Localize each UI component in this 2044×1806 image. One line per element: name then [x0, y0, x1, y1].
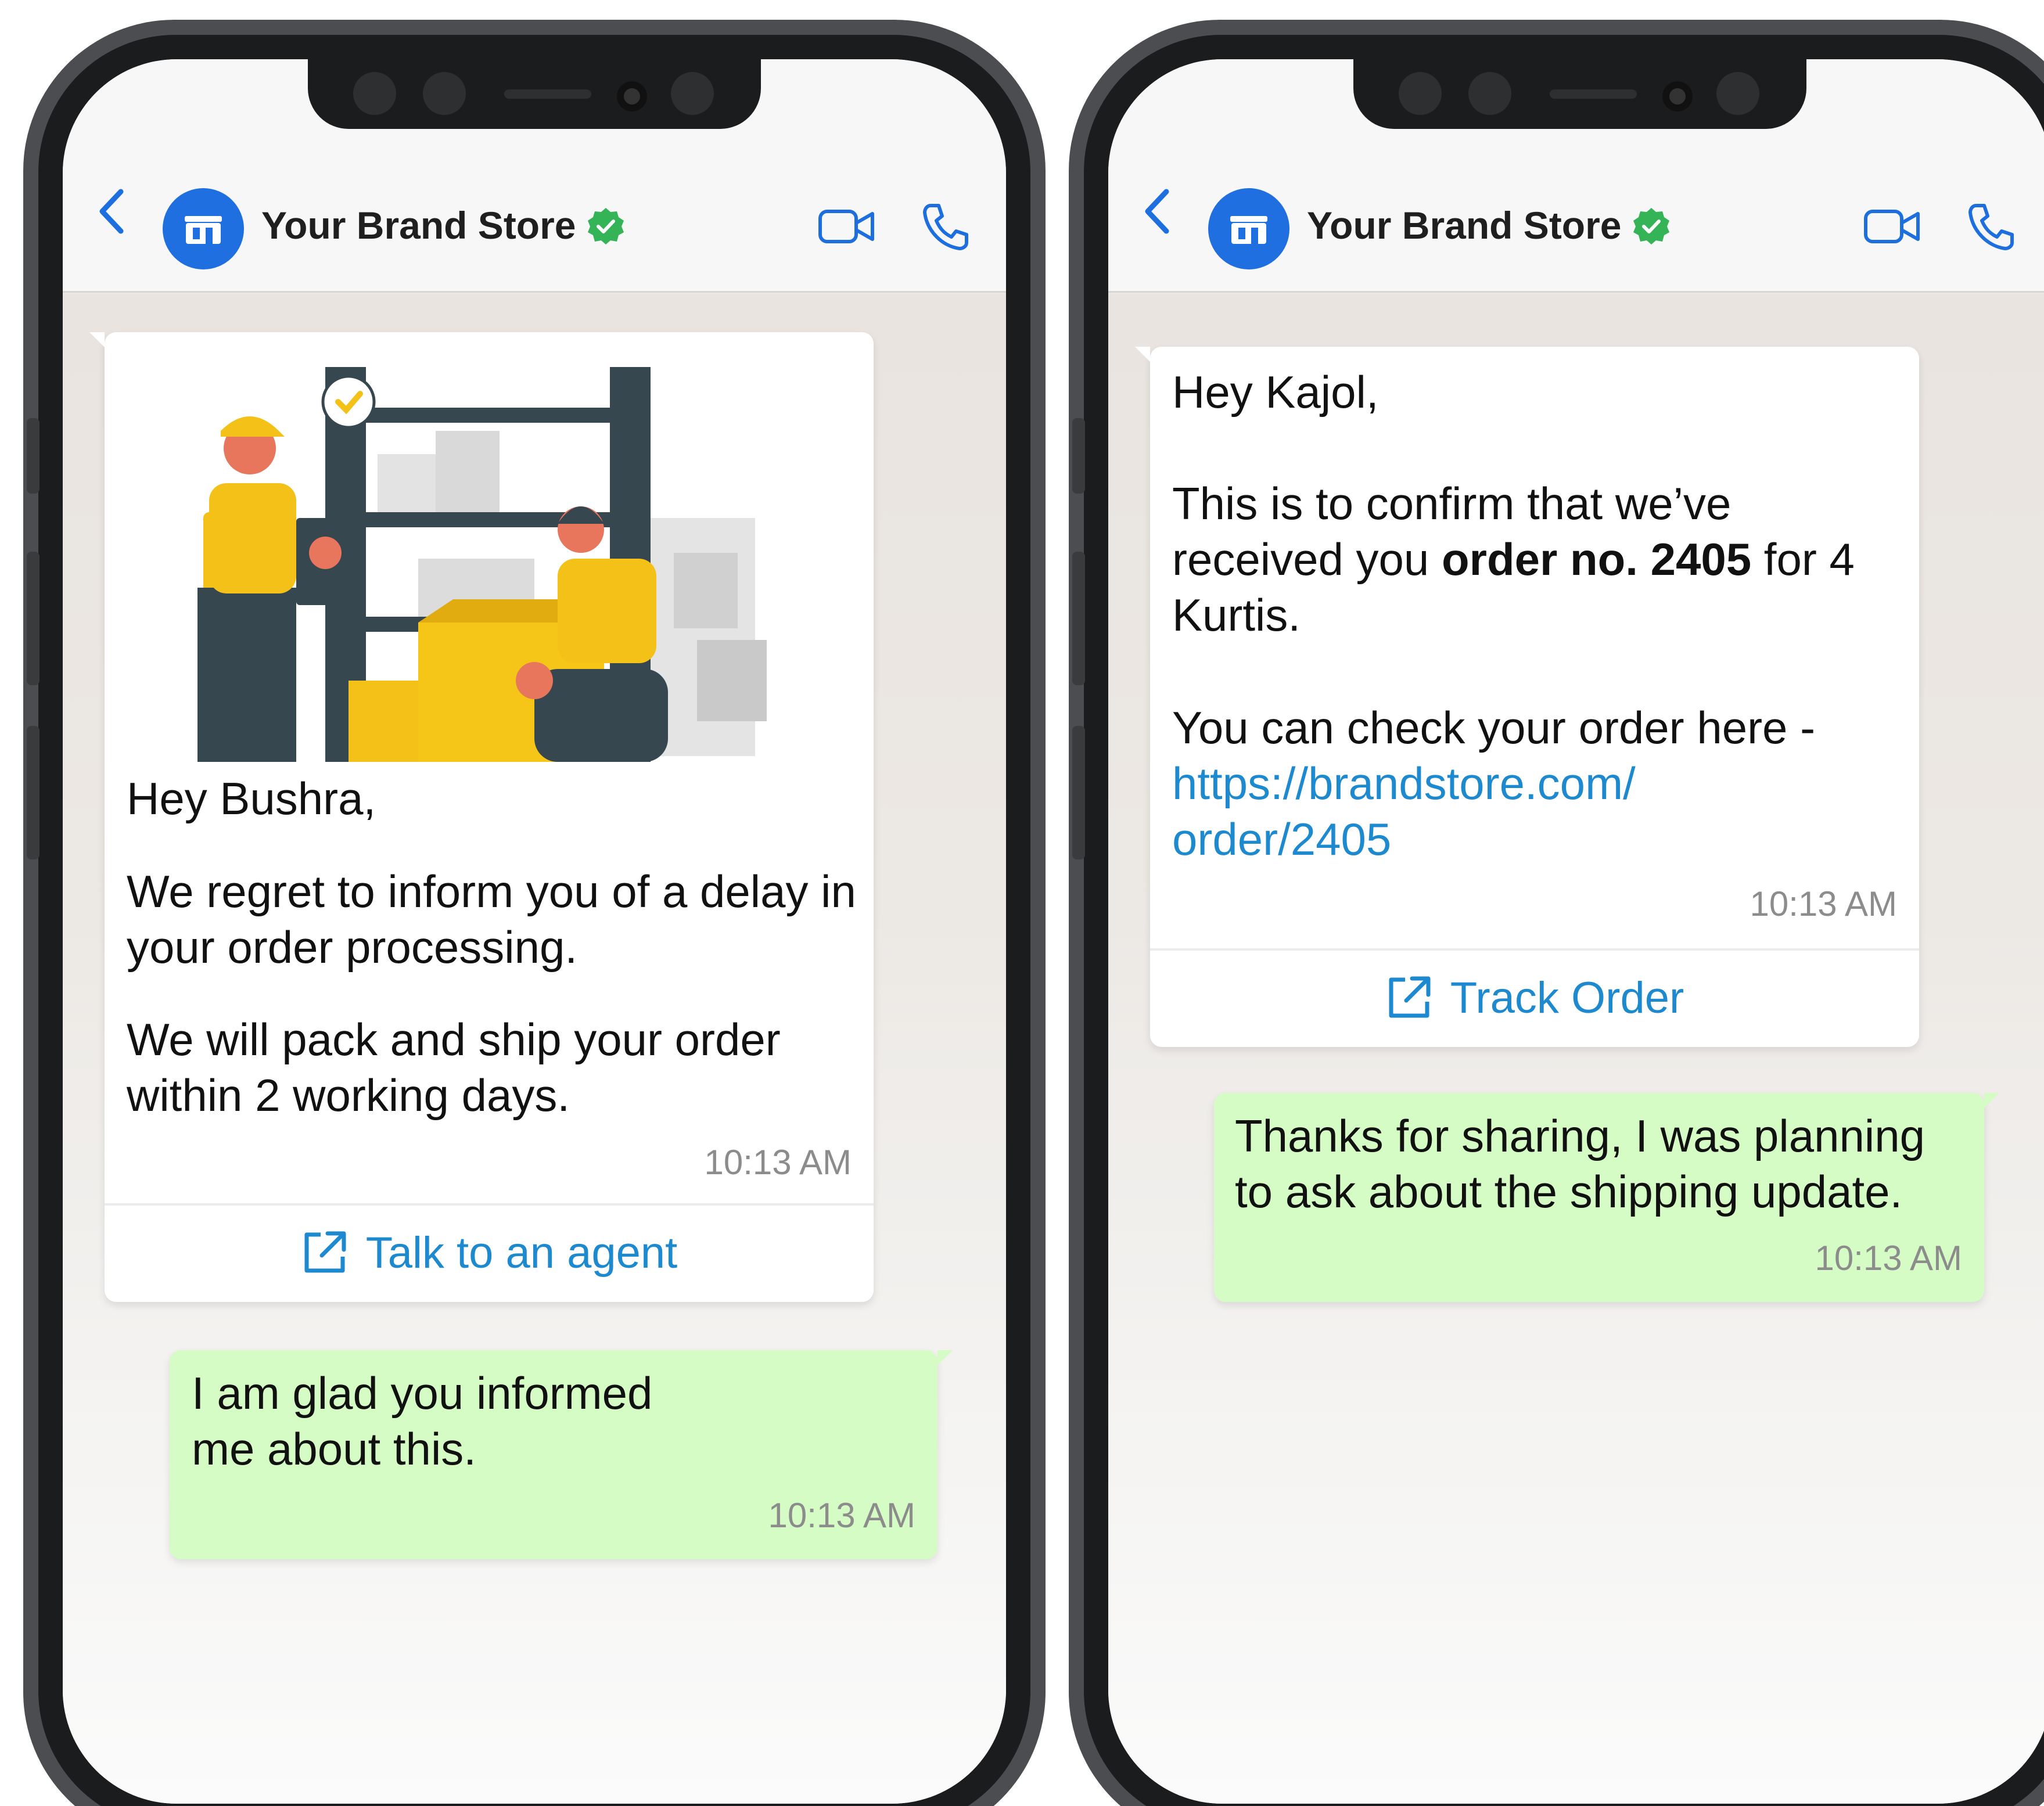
right-phone-screen: Your Brand Store Hey Kajol, This is to c…: [1108, 59, 2044, 1804]
right-phone: Your Brand Store Hey Kajol, This is to c…: [1069, 20, 2044, 1806]
video-call-icon[interactable]: [818, 203, 876, 250]
bubble-tail: [89, 332, 105, 347]
chevron-left-icon[interactable]: [1136, 188, 1183, 235]
volume-down-button: [1072, 726, 1085, 859]
avatar[interactable]: [1208, 188, 1289, 269]
volume-down-button: [27, 726, 39, 859]
action-label: Talk to an agent: [365, 1228, 678, 1278]
sensor-icon: [1716, 72, 1759, 115]
speaker-icon: [1550, 89, 1637, 99]
left-phone-screen: Your Brand Store Hey Bushra, We regret t…: [63, 59, 1006, 1804]
chat-area: Hey Kajol, This is to confirm that we’ve…: [1108, 294, 2044, 1804]
store-icon: [185, 216, 222, 244]
silent-switch: [27, 418, 39, 494]
confirmation-text: This is to confirm that we’ve received y…: [1172, 476, 1887, 643]
verified-badge-icon: [588, 208, 624, 244]
right-phone-bezel: Your Brand Store Hey Kajol, This is to c…: [1084, 35, 2044, 1806]
store-icon: [1230, 216, 1267, 244]
action-label: Track Order: [1450, 973, 1684, 1023]
speaker-icon: [504, 89, 591, 99]
greeting: Hey Kajol,: [1172, 366, 1379, 418]
track-order-button[interactable]: Track Order: [1150, 948, 1919, 1047]
verified-badge-icon: [1633, 208, 1669, 244]
order-link[interactable]: https://brandstore.com/: [1172, 756, 1636, 811]
outgoing-message: Thanks for sharing, I was planning to as…: [1214, 1093, 1999, 1302]
order-link[interactable]: order/2405: [1172, 811, 1391, 867]
volume-up-button: [27, 552, 39, 685]
silent-switch: [1072, 418, 1085, 494]
camera-icon: [1662, 81, 1693, 111]
sensor-icon: [353, 72, 396, 115]
volume-up-button: [1072, 552, 1085, 685]
message-time: 10:13 AM: [1815, 1239, 1962, 1278]
bubble-tail: [937, 1350, 953, 1365]
external-link-icon: [304, 1231, 346, 1273]
voice-call-icon[interactable]: [1967, 202, 2016, 251]
check-order-text: You can check your order here -: [1172, 702, 1816, 753]
message-line: to ask about the shipping update.: [1235, 1166, 1903, 1217]
incoming-message: Hey Kajol, This is to confirm that we’ve…: [1135, 347, 1919, 1047]
message-line: I am glad you informed: [192, 1368, 653, 1419]
order-number: order no. 2405: [1441, 534, 1752, 585]
voice-call-icon[interactable]: [921, 202, 970, 251]
video-call-icon[interactable]: [1863, 203, 1921, 250]
talk-to-agent-button[interactable]: Talk to an agent: [105, 1203, 874, 1302]
message-paragraph: We regret to inform you of a delay in yo…: [127, 866, 856, 973]
avatar[interactable]: [163, 188, 244, 269]
outgoing-message: I am glad you informed me about this. 10…: [170, 1350, 953, 1559]
sensor-icon: [1399, 72, 1442, 115]
sensor-icon: [1468, 72, 1511, 115]
bubble-tail: [1984, 1093, 1999, 1108]
sensor-icon: [423, 72, 466, 115]
message-time: 10:13 AM: [1750, 884, 1897, 923]
left-phone: Your Brand Store Hey Bushra, We regret t…: [23, 20, 1046, 1806]
chat-area: Hey Bushra, We regret to inform you of a…: [63, 294, 1006, 1804]
sensor-icon: [671, 72, 714, 115]
contact-name[interactable]: Your Brand Store: [1307, 203, 1622, 247]
external-link-icon: [1389, 976, 1431, 1018]
bubble-tail: [1135, 347, 1150, 362]
contact-name[interactable]: Your Brand Store: [261, 203, 576, 247]
notch: [1353, 59, 1806, 129]
message-line: me about this.: [192, 1423, 476, 1474]
notch: [308, 59, 761, 129]
greeting: Hey Bushra,: [127, 773, 376, 824]
message-line: Thanks for sharing, I was planning: [1235, 1110, 1925, 1161]
chevron-left-icon[interactable]: [91, 188, 137, 235]
message-paragraph: We will pack and ship your order within …: [127, 1014, 781, 1121]
message-time: 10:13 AM: [768, 1496, 915, 1535]
warehouse-illustration: [186, 367, 790, 762]
message-time: 10:13 AM: [704, 1143, 852, 1182]
left-phone-bezel: Your Brand Store Hey Bushra, We regret t…: [38, 35, 1030, 1806]
incoming-message: Hey Bushra, We regret to inform you of a…: [89, 332, 874, 1302]
camera-icon: [617, 81, 647, 111]
